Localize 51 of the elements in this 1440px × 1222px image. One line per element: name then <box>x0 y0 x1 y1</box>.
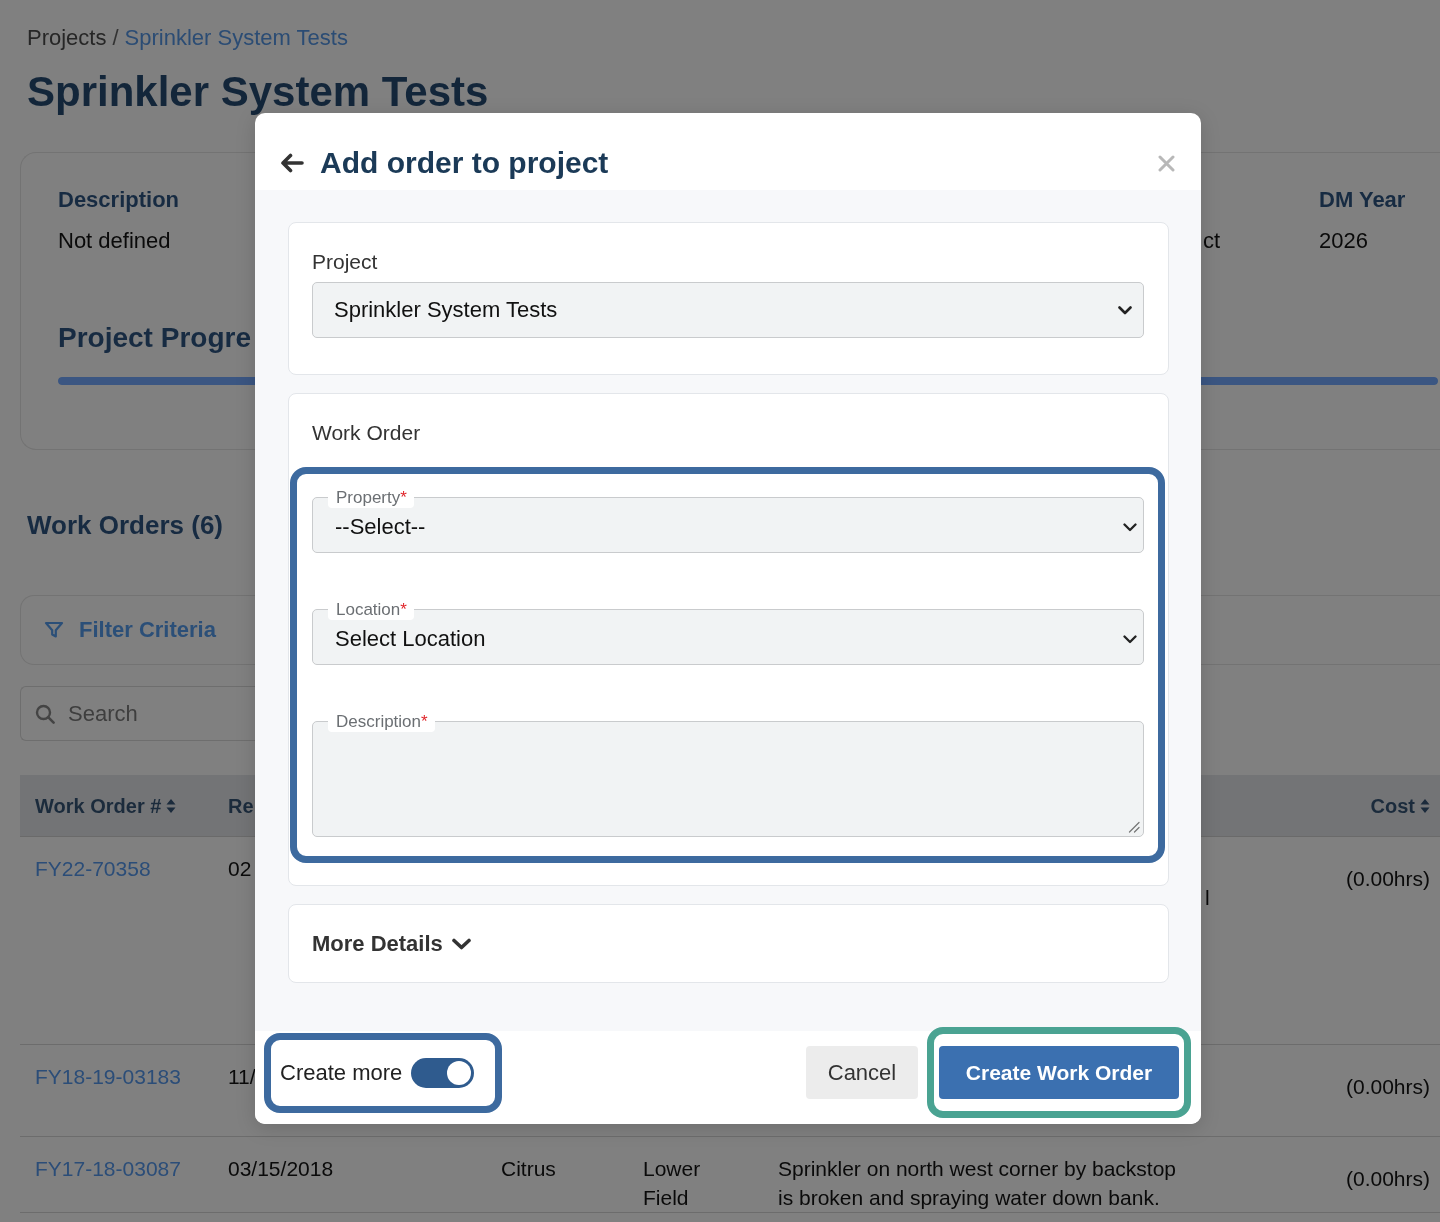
table-cell: 02 <box>228 857 252 880</box>
table-cell: 11/ <box>228 1065 256 1088</box>
column-header: Re <box>228 793 254 819</box>
breadcrumb-item[interactable]: Projects <box>27 24 107 52</box>
work-order-link[interactable]: FY17-18-03087 <box>35 1157 181 1180</box>
table-cell-text: Lower Field <box>643 1156 702 1211</box>
chevron-down-icon <box>1123 634 1137 644</box>
filter-criteria-button[interactable]: Filter Criteria <box>44 616 216 644</box>
table-cell: (0.00hrs) <box>1345 867 1430 890</box>
table-cell-text: Sprinkler on north west corner by backstop is broken and spraying water down bank. <box>778 1156 1178 1211</box>
work-order-link[interactable]: FY22-70358 <box>35 857 151 880</box>
section-label: Project <box>312 250 378 274</box>
close-icon[interactable] <box>1158 154 1175 172</box>
chevron-down-icon <box>451 937 471 950</box>
field-value: Not defined <box>58 227 171 255</box>
column-header[interactable]: Cost <box>1370 792 1415 819</box>
column-header[interactable]: Work Order # <box>35 792 162 819</box>
sort-icon[interactable] <box>1420 797 1430 814</box>
toggle-label: Create more <box>280 1059 403 1086</box>
resize-handle-icon[interactable] <box>1128 821 1140 833</box>
funnel-icon <box>44 620 64 640</box>
dropdown-field[interactable]: Sprinkler System Tests <box>312 282 1144 338</box>
section-heading: Work Orders (6) <box>27 509 223 541</box>
table-cell: 03/15/2018 <box>228 1157 334 1180</box>
section-label: Work Order <box>312 421 421 445</box>
breadcrumb-separator: / <box>112 24 119 52</box>
field-label: DM Year <box>1319 187 1406 212</box>
breadcrumb-link[interactable]: Sprinkler System Tests <box>124 24 348 52</box>
back-arrow-icon[interactable] <box>280 153 304 173</box>
table-cell: l <box>1205 886 1210 909</box>
toggle-switch[interactable] <box>411 1057 475 1088</box>
field-value: ct <box>1203 227 1221 255</box>
chevron-down-icon <box>1118 305 1132 315</box>
field-value: 2026 <box>1319 227 1368 255</box>
dialog-title: Add order to project <box>320 145 609 181</box>
page-title: Sprinkler System Tests <box>27 67 489 117</box>
field-label: Description* <box>328 712 435 732</box>
table-cell: (0.00hrs) <box>1345 1075 1430 1098</box>
work-order-link[interactable]: FY18-19-03183 <box>35 1065 181 1088</box>
field-label: Location* <box>328 600 414 620</box>
table-cell: (0.00hrs) <box>1345 1167 1430 1190</box>
table-cell: Citrus <box>501 1157 556 1180</box>
chevron-down-icon <box>1123 522 1137 532</box>
sort-icon[interactable] <box>166 797 177 814</box>
progress-title: Project Progre <box>58 321 251 355</box>
field-label: Property* <box>328 488 414 508</box>
more-details-toggle[interactable]: More Details <box>312 930 471 957</box>
create-button[interactable]: Create Work Order <box>939 1046 1179 1099</box>
search-icon <box>35 704 55 724</box>
cancel-button[interactable]: Cancel <box>806 1046 918 1099</box>
field-label: Description <box>58 187 180 212</box>
